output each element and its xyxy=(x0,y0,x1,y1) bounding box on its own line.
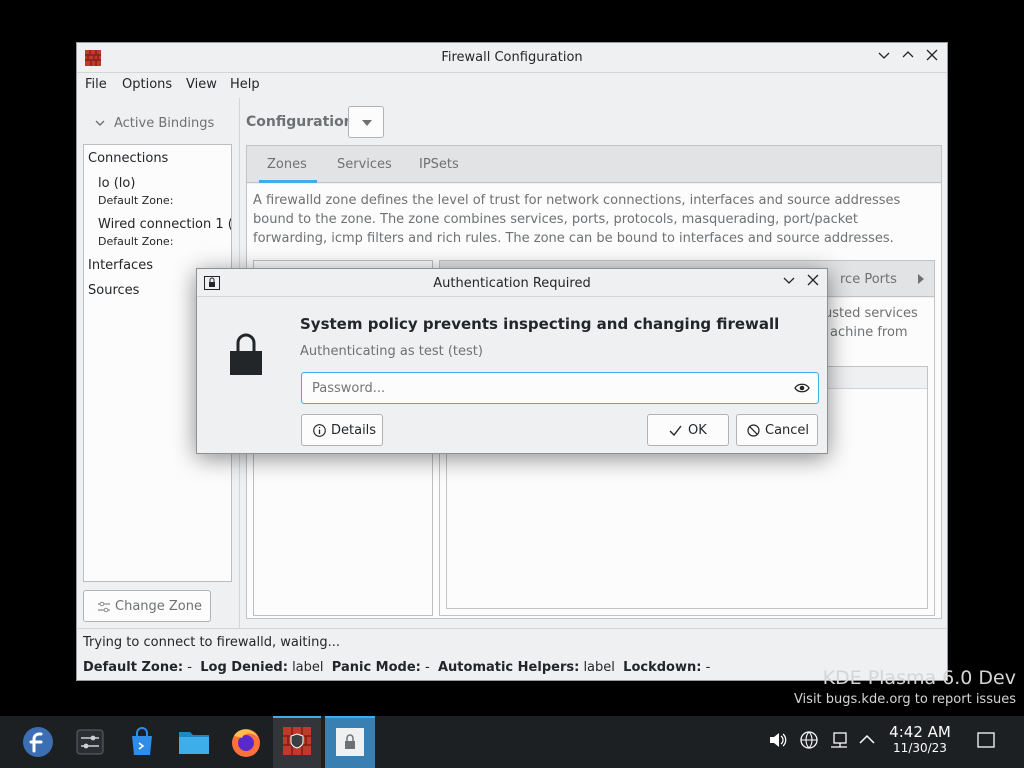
details-label: Details xyxy=(331,423,377,438)
active-bindings-label: Active Bindings xyxy=(114,116,215,131)
software-store-icon[interactable] xyxy=(124,724,160,760)
fedora-launcher-icon[interactable] xyxy=(20,724,56,760)
menu-options[interactable]: Options xyxy=(122,77,172,92)
authentication-dialog: Authentication Required System policy pr… xyxy=(196,268,828,454)
close-icon[interactable] xyxy=(804,274,822,292)
lockdown-value[interactable]: - xyxy=(706,660,711,675)
watermark-subtitle: Visit bugs.kde.org to report issues xyxy=(793,692,1016,707)
binding-item-zone: Default Zone: xyxy=(98,235,174,248)
volume-icon[interactable] xyxy=(768,730,788,750)
network-settings-icon[interactable] xyxy=(799,730,819,750)
ok-label: OK xyxy=(688,423,707,438)
connections-header[interactable]: Connections xyxy=(88,151,168,166)
configuration-label: Configuration: xyxy=(246,114,360,130)
default-zone-label: Default Zone: xyxy=(83,660,184,675)
connection-status-text: Trying to connect to firewalld, waiting.… xyxy=(83,635,341,650)
dialog-heading: System policy prevents inspecting and ch… xyxy=(300,315,780,333)
wired-network-icon[interactable] xyxy=(829,730,849,750)
default-zone-value: - xyxy=(187,660,192,675)
menu-help[interactable]: Help xyxy=(230,77,260,92)
maximize-icon[interactable] xyxy=(899,49,917,67)
interfaces-header[interactable]: Interfaces xyxy=(88,258,153,273)
eye-icon[interactable] xyxy=(794,382,810,394)
binding-item-zone: Default Zone: xyxy=(98,194,174,207)
ok-button[interactable]: OK xyxy=(647,414,729,446)
tab-services[interactable]: Services xyxy=(329,146,399,183)
cancel-label: Cancel xyxy=(765,423,810,438)
cancel-button[interactable]: Cancel xyxy=(736,414,818,446)
change-zone-button[interactable]: Change Zone xyxy=(83,590,211,622)
clock-date: 11/30/23 xyxy=(893,741,947,755)
configuration-select[interactable] xyxy=(348,106,384,138)
show-desktop-icon[interactable] xyxy=(976,730,996,750)
auth-task-icon xyxy=(336,728,364,756)
firefox-icon[interactable] xyxy=(228,724,264,760)
active-bindings-toggle[interactable]: Active Bindings xyxy=(95,116,235,132)
firewall-task-icon xyxy=(283,727,311,755)
chevron-down-icon xyxy=(95,120,105,126)
dialog-subtext: Authenticating as test (test) xyxy=(300,344,483,359)
minimize-icon[interactable] xyxy=(780,274,798,292)
taskbar-firewall-task[interactable] xyxy=(273,716,321,768)
menu-file[interactable]: File xyxy=(85,77,107,92)
menu-bar: File Options View Help xyxy=(77,74,947,98)
log-denied-value[interactable]: label xyxy=(292,660,323,675)
details-button[interactable]: Details xyxy=(301,414,383,446)
system-settings-icon[interactable] xyxy=(72,724,108,760)
clock-time: 4:42 AM xyxy=(889,723,951,741)
chevron-right-icon[interactable] xyxy=(918,274,924,284)
tab-zones[interactable]: Zones xyxy=(259,146,317,183)
password-field[interactable] xyxy=(301,372,819,404)
tab-services-label: Services xyxy=(337,157,392,172)
services-description-line: achine from xyxy=(830,325,908,340)
close-icon[interactable] xyxy=(923,49,941,67)
tab-ipsets-label: IPSets xyxy=(419,157,459,172)
zone-description: A firewalld zone defines the level of tr… xyxy=(253,193,901,246)
tray-expand-icon[interactable] xyxy=(859,732,875,748)
change-zone-label: Change Zone xyxy=(115,599,203,614)
clock[interactable]: 4:42 AM 11/30/23 xyxy=(880,723,960,756)
lock-icon xyxy=(230,333,262,375)
sources-header[interactable]: Sources xyxy=(88,283,139,298)
menu-view[interactable]: View xyxy=(186,77,217,92)
panic-mode-label: Panic Mode: xyxy=(331,660,421,675)
plasma-watermark: KDE Plasma 6.0 Dev Visit bugs.kde.org to… xyxy=(794,668,1016,707)
taskbar-auth-task[interactable] xyxy=(325,716,375,768)
firewall-status-line: Default Zone: - Log Denied: label Panic … xyxy=(83,660,710,675)
log-denied-label: Log Denied: xyxy=(200,660,288,675)
window-title: Firewall Configuration xyxy=(441,50,583,65)
file-manager-icon[interactable] xyxy=(176,724,212,760)
cancel-icon xyxy=(747,424,760,437)
binding-item-name[interactable]: Wired connection 1 (e xyxy=(98,217,231,232)
automatic-helpers-value[interactable]: label xyxy=(583,660,614,675)
subtab-source-ports[interactable]: rce Ports xyxy=(840,272,897,287)
dialog-titlebar[interactable]: Authentication Required xyxy=(197,269,827,297)
window-titlebar[interactable]: Firewall Configuration xyxy=(77,43,947,73)
info-icon xyxy=(313,424,326,437)
automatic-helpers-label: Automatic Helpers: xyxy=(437,660,580,675)
tab-zones-label: Zones xyxy=(267,157,307,172)
services-description-line: usted services xyxy=(824,306,918,321)
checkmark-icon xyxy=(669,425,682,436)
minimize-icon[interactable] xyxy=(875,49,893,67)
dialog-title: Authentication Required xyxy=(433,276,591,291)
panic-mode-value[interactable]: - xyxy=(425,660,430,675)
taskbar: 4:42 AM 11/30/23 xyxy=(0,716,1024,768)
password-input[interactable] xyxy=(303,374,783,402)
watermark-title: KDE Plasma 6.0 Dev xyxy=(822,667,1016,689)
binding-item-name[interactable]: lo (lo) xyxy=(98,176,135,191)
dropdown-arrow-icon xyxy=(362,120,372,126)
tab-ipsets[interactable]: IPSets xyxy=(411,146,471,183)
lockdown-label: Lockdown: xyxy=(623,660,702,675)
sliders-icon xyxy=(98,601,110,613)
tab-bar: Zones Services IPSets xyxy=(247,146,941,183)
